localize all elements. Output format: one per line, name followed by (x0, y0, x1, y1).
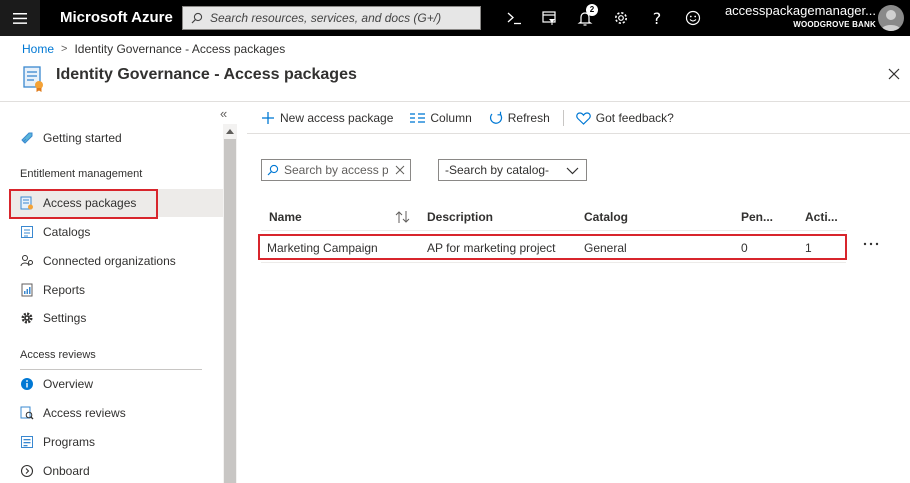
table-row-divider (261, 262, 846, 263)
sidebar-item-label: Overview (43, 377, 94, 391)
toolbar-divider (247, 133, 910, 134)
gear-icon (20, 311, 34, 325)
report-icon (20, 283, 34, 297)
cloud-shell-icon[interactable] (496, 0, 532, 36)
sidebar-item-connected-organizations[interactable]: Connected organizations (10, 247, 223, 275)
refresh-button[interactable]: Refresh (489, 111, 550, 125)
column-header-active[interactable]: Acti... (805, 210, 838, 224)
column-header-catalog[interactable]: Catalog (584, 210, 628, 224)
notification-count-badge: 2 (586, 4, 598, 16)
catalog-filter-value: -Search by catalog- (445, 163, 550, 177)
more-options-icon[interactable] (862, 238, 880, 250)
sidebar-item-access-reviews[interactable]: Access reviews (10, 399, 223, 427)
refresh-label: Refresh (507, 111, 550, 125)
account-organization: WOODGROVE BANK (793, 20, 876, 29)
menu-icon[interactable] (0, 0, 40, 36)
sidebar-section-entitlement: Entitlement management (20, 168, 143, 180)
column-header-pending[interactable]: Pen... (741, 210, 773, 224)
catalog-icon (20, 225, 34, 239)
access-review-icon (20, 406, 34, 420)
collapse-sidebar-button[interactable]: « (220, 106, 227, 121)
breadcrumb-home-link[interactable]: Home (22, 42, 54, 56)
search-icon (267, 164, 279, 176)
close-icon[interactable] (887, 67, 903, 83)
account-name: accesspackagemanager... (724, 3, 876, 18)
sidebar-item-label: Getting started (43, 131, 122, 145)
sidebar-item-programs[interactable]: Programs (10, 428, 223, 456)
catalog-filter-dropdown[interactable]: -Search by catalog- (438, 159, 587, 181)
onboard-icon (20, 464, 34, 478)
sidebar-item-catalogs[interactable]: Catalogs (10, 218, 223, 246)
account-menu[interactable]: accesspackagemanager... WOODGROVE BANK (720, 3, 876, 31)
table-header-divider (261, 230, 846, 231)
column-button[interactable]: Column (410, 111, 472, 125)
search-icon (191, 12, 203, 24)
sidebar-item-settings[interactable]: Settings (10, 304, 223, 332)
access-package-search-placeholder: Search by access pa (284, 163, 388, 177)
search-placeholder: Search resources, services, and docs (G+… (210, 11, 442, 25)
sidebar-item-label: Catalogs (43, 225, 91, 239)
sidebar-item-label: Onboard (43, 464, 90, 478)
info-icon (20, 377, 34, 391)
sidebar-item-label: Connected organizations (43, 254, 176, 268)
feedback-label: Got feedback? (595, 111, 674, 125)
settings-icon[interactable] (603, 0, 639, 36)
connected-organizations-icon (20, 254, 34, 268)
programs-icon (20, 435, 34, 449)
column-header-description[interactable]: Description (427, 210, 493, 224)
identity-governance-icon (23, 66, 45, 92)
sidebar-item-overview[interactable]: Overview (10, 370, 223, 398)
sort-icon[interactable] (395, 210, 411, 227)
toolbar-separator (562, 110, 564, 126)
sidebar-item-label: Reports (43, 283, 86, 297)
top-bar: Microsoft Azure Search resources, servic… (0, 0, 910, 36)
page-title: Identity Governance - Access packages (56, 66, 357, 83)
brand-title[interactable]: Microsoft Azure (60, 0, 173, 36)
heart-icon (576, 111, 591, 125)
rocket-icon (20, 131, 34, 145)
scrollbar-thumb[interactable] (224, 139, 236, 483)
new-access-package-button[interactable]: New access package (261, 111, 393, 125)
sidebar-item-onboard[interactable]: Onboard (10, 457, 223, 483)
column-header-name[interactable]: Name (269, 210, 302, 224)
feedback-button[interactable]: Got feedback? (576, 111, 674, 125)
sidebar-item-label: Programs (43, 435, 96, 449)
scroll-up-arrow-icon[interactable] (223, 124, 237, 138)
access-package-search-input[interactable]: Search by access pa (261, 159, 411, 181)
global-search-input[interactable]: Search resources, services, and docs (G+… (182, 6, 481, 30)
column-label: Column (430, 111, 472, 125)
plus-icon (262, 112, 274, 124)
help-icon[interactable]: ? (639, 0, 675, 36)
column-icon (410, 113, 426, 123)
directory-filter-icon[interactable] (531, 0, 567, 36)
sidebar-item-label: Access reviews (43, 406, 126, 420)
clear-search-icon[interactable] (395, 165, 405, 175)
sidebar-item-reports[interactable]: Reports (10, 276, 223, 304)
new-access-package-label: New access package (280, 111, 394, 125)
sidebar-item-getting-started[interactable]: Getting started (10, 124, 223, 152)
notifications-icon[interactable]: 2 (567, 0, 603, 36)
sidebar-item-label: Settings (43, 311, 87, 325)
sidebar-section-access-reviews: Access reviews (20, 349, 96, 361)
highlight-box-row (258, 234, 847, 260)
chevron-down-icon (566, 167, 579, 175)
avatar[interactable] (878, 5, 904, 31)
breadcrumb: Home > Identity Governance - Access pack… (22, 41, 285, 57)
refresh-icon (489, 111, 502, 124)
highlight-box-access-packages (9, 189, 158, 219)
breadcrumb-current: Identity Governance - Access packages (74, 42, 286, 56)
command-toolbar: New access package Column Refresh Got fe… (261, 109, 691, 127)
chevron-right-icon: > (61, 43, 68, 55)
feedback-smiley-icon[interactable] (675, 0, 711, 36)
